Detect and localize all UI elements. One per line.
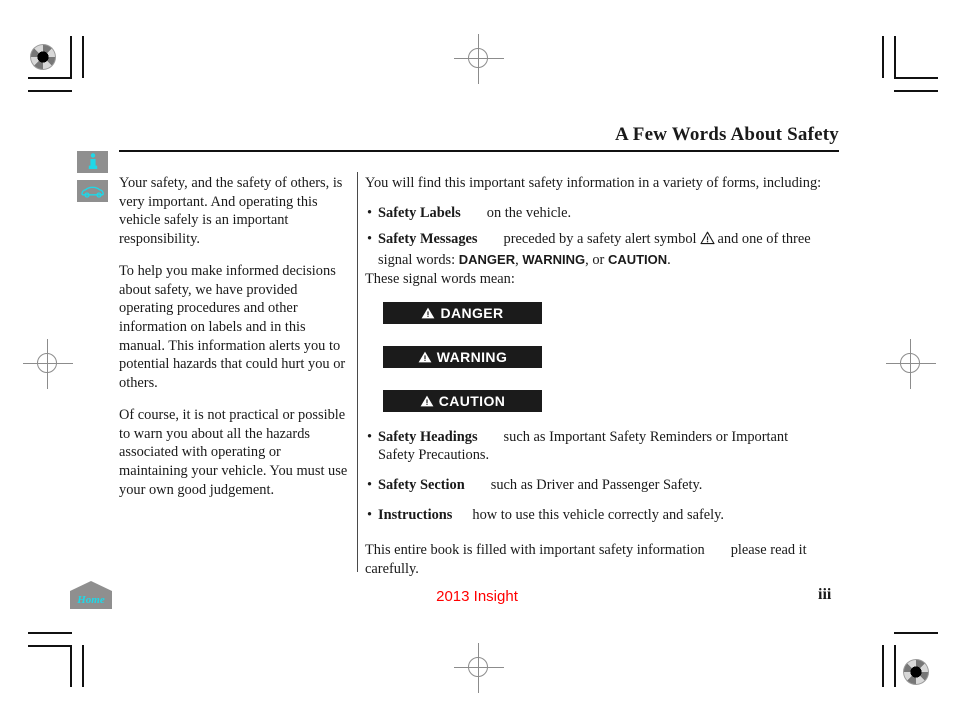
title-underline xyxy=(119,150,839,152)
vehicle-icon xyxy=(77,180,108,202)
danger-banner: DANGER xyxy=(383,301,542,324)
left-column: Your safety, and the safety of others, i… xyxy=(119,174,349,500)
safety-alert-symbol-icon xyxy=(699,232,715,249)
signal-banner-list: DANGER WARNING CAUTION xyxy=(383,301,825,412)
crop-mark-top-right-vertical-2 xyxy=(894,36,896,78)
registration-target-top-left xyxy=(30,44,56,70)
warning-banner: WARNING xyxy=(383,345,542,368)
left-paragraph-2: To help you make informed decisions abou… xyxy=(119,262,346,392)
right-intro-paragraph: You will find this important safety info… xyxy=(365,175,822,191)
bullet-safety-labels: Safety Labels on the vehicle. xyxy=(365,204,825,223)
signal-separator-2: , or xyxy=(585,252,608,269)
warning-triangle-icon xyxy=(421,307,435,319)
registration-crosshair-left-middle xyxy=(19,335,77,393)
page-number: iii xyxy=(818,586,832,603)
info-icon xyxy=(77,151,108,173)
bullet-description-before-symbol: preceded by a safety alert symbol xyxy=(503,231,697,248)
registration-crosshair-top-center xyxy=(450,30,508,88)
crop-mark-bottom-left-horizontal xyxy=(28,632,72,634)
signal-word-caution: CAUTION xyxy=(607,252,668,268)
crop-mark-bottom-left-horizontal-2 xyxy=(28,645,72,647)
caution-banner: CAUTION xyxy=(383,389,542,412)
bullet-term-safety-labels: Safety Labels xyxy=(378,204,461,221)
bullet-instructions: Instructions how to use this vehicle corr… xyxy=(365,506,825,525)
left-paragraph-3: Of course, it is not practical or possib… xyxy=(119,406,348,498)
bullet-term-safety-section: Safety Section xyxy=(378,477,465,494)
crop-mark-bottom-right-vertical-2 xyxy=(882,645,884,687)
column-divider xyxy=(357,172,358,572)
bullet-description-instructions: how to use this vehicle correctly and sa… xyxy=(472,506,724,523)
crop-mark-bottom-left-vertical-2 xyxy=(82,645,84,687)
signal-terminator: . xyxy=(667,252,671,269)
signal-word-danger: DANGER xyxy=(458,252,516,268)
danger-banner-label: DANGER xyxy=(440,304,504,321)
bullet-safety-section: Safety Section such as Driver and Passeng… xyxy=(365,476,825,495)
caution-banner-label: CAUTION xyxy=(438,392,506,409)
crop-mark-top-right-vertical xyxy=(882,36,884,78)
signal-word-warning: WARNING xyxy=(522,252,586,268)
page-title: A Few Words About Safety xyxy=(614,124,839,145)
registration-crosshair-right-middle xyxy=(882,335,940,393)
bullet-term-safety-headings: Safety Headings xyxy=(378,428,478,445)
these-signal-words-mean-text: These signal words mean: xyxy=(365,270,515,287)
crop-mark-top-left-horizontal-2 xyxy=(28,90,72,92)
crop-mark-top-left-vertical-2 xyxy=(82,36,84,78)
crop-mark-bottom-right-horizontal xyxy=(894,632,938,634)
warning-triangle-icon xyxy=(418,351,432,363)
bullet-safety-headings: Safety Headingssuch as Important Safety … xyxy=(365,428,825,465)
crop-mark-top-left-horizontal xyxy=(28,77,72,79)
closing-paragraph: This entire book is filled with importan… xyxy=(365,541,825,578)
model-name: 2013 Insight xyxy=(436,588,518,605)
closing-text-part-1: This entire book is filled with importan… xyxy=(365,542,705,559)
left-paragraph-1: Your safety, and the safety of others, i… xyxy=(119,175,343,248)
warning-triangle-icon xyxy=(420,395,434,407)
right-column: You will find this important safety info… xyxy=(365,174,825,579)
warning-banner-label: WARNING xyxy=(436,348,508,365)
registration-target-bottom-right xyxy=(903,659,929,685)
crop-mark-bottom-left-vertical xyxy=(70,645,72,687)
crop-mark-top-left-vertical xyxy=(70,36,72,78)
bullet-safety-messages: Safety Messages preceded by a safety aler… xyxy=(365,230,825,269)
bullet-description-safety-section: such as Driver and Passenger Safety. xyxy=(490,477,703,494)
bullet-term-safety-messages: Safety Messages xyxy=(378,231,478,248)
bullet-description-safety-labels: on the vehicle. xyxy=(486,204,572,221)
registration-crosshair-bottom-center xyxy=(450,639,508,697)
crop-mark-bottom-right-vertical xyxy=(894,645,896,687)
crop-mark-top-right-horizontal-2 xyxy=(894,90,938,92)
crop-mark-top-right-horizontal xyxy=(894,77,938,79)
bullet-term-instructions: Instructions xyxy=(378,506,453,523)
